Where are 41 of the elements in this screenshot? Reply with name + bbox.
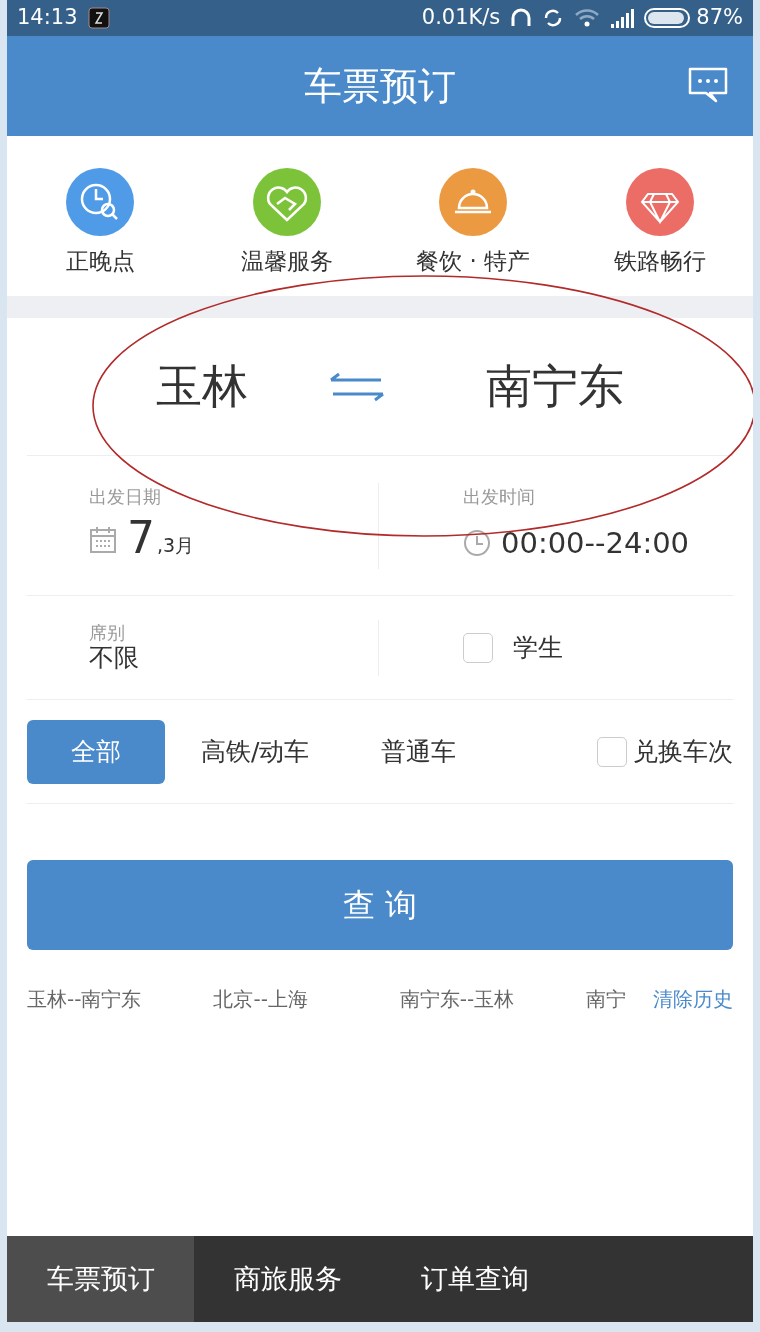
student-checkbox[interactable] [463, 632, 493, 663]
battery-icon [644, 8, 693, 28]
train-type-tab[interactable]: 全部 [27, 719, 165, 784]
signal-icon [610, 8, 637, 28]
quick-link[interactable]: 温馨服务 [193, 168, 380, 279]
network-speed: 0.01K/s [421, 4, 501, 32]
exchange-checkbox[interactable] [597, 736, 627, 767]
arrival-station[interactable]: 南宁东 [397, 352, 733, 421]
departure-station[interactable]: 玉林 [27, 352, 317, 421]
history-route[interactable]: 玉林--南宁东 [27, 984, 214, 1014]
wifi-icon [574, 8, 601, 28]
quick-link[interactable]: 餐饮 · 特产 [380, 168, 567, 279]
time-range: 00:00--24:00 [501, 524, 690, 562]
calendar-icon [89, 525, 117, 554]
seat-class-picker[interactable]: 席别 不限 [27, 619, 379, 676]
quick-link[interactable]: 铁路畅行 [566, 168, 753, 279]
bottom-tab[interactable]: 订单查询 [381, 1236, 568, 1322]
bottom-tab[interactable]: 商旅服务 [194, 1236, 381, 1322]
bottom-tab[interactable]: 车票预订 [7, 1236, 194, 1322]
query-button[interactable]: 查 询 [27, 860, 733, 950]
battery-percent: 87% [696, 4, 743, 32]
time-picker[interactable]: 出发时间 00:00--24:00 [379, 482, 733, 569]
date-month: ,3月 [157, 533, 195, 558]
history-route[interactable]: 南宁东--玉林 [399, 984, 587, 1014]
train-type-tab[interactable]: 普通车 [345, 719, 493, 784]
clear-history-link[interactable]: 清除历史 [653, 984, 733, 1014]
date-day: 7 [127, 515, 155, 560]
headphones-icon [510, 7, 533, 29]
history-route[interactable]: 南宁 [586, 984, 653, 1014]
exchange-label: 兑换车次 [633, 735, 733, 768]
status-time: 14:13 [17, 4, 78, 32]
train-type-tab[interactable]: 高铁/动车 [165, 719, 346, 784]
screen-title: 车票预订 [304, 62, 456, 110]
date-picker[interactable]: 出发日期 7,3月 [27, 482, 379, 569]
app-notification-icon [87, 7, 110, 29]
message-button[interactable] [687, 66, 729, 104]
history-route[interactable]: 北京--上海 [213, 984, 400, 1014]
student-label: 学生 [513, 631, 563, 664]
clock-icon [463, 529, 491, 558]
message-icon [687, 66, 729, 104]
quick-link[interactable]: 正晚点 [7, 168, 194, 279]
